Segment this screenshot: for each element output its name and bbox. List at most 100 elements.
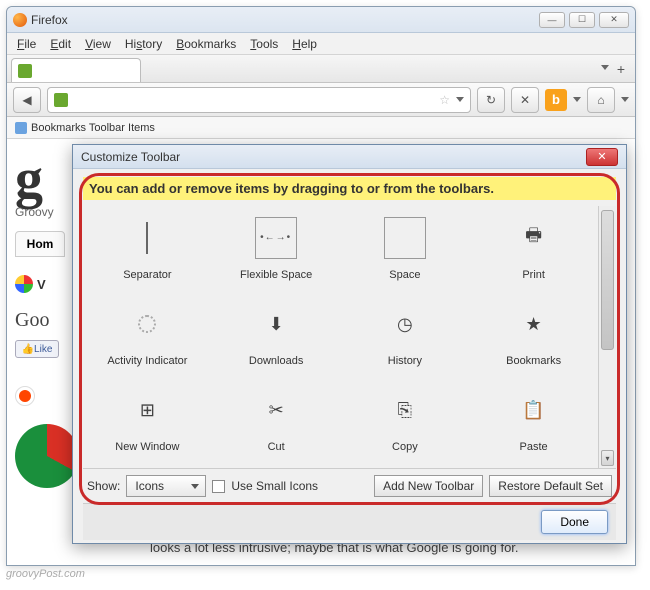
item-space[interactable]: Space bbox=[341, 206, 470, 292]
bookmarks-toolbar-label: Bookmarks Toolbar Items bbox=[31, 122, 155, 134]
restore-default-button[interactable]: Restore Default Set bbox=[489, 475, 612, 497]
item-downloads[interactable]: ⬇ Downloads bbox=[212, 292, 341, 378]
bookmark-star-icon[interactable]: ☆ bbox=[439, 93, 450, 107]
url-bar[interactable]: ☆ bbox=[47, 87, 471, 113]
bookmarks-icon: ★ bbox=[513, 303, 555, 345]
history-icon: ◷ bbox=[384, 303, 426, 345]
close-button[interactable]: ✕ bbox=[599, 12, 629, 28]
menu-help[interactable]: Help bbox=[286, 35, 323, 53]
new-window-icon: ⊞ bbox=[126, 389, 168, 431]
item-bookmarks[interactable]: ★ Bookmarks bbox=[469, 292, 598, 378]
firefox-icon bbox=[13, 13, 27, 27]
downloads-icon: ⬇ bbox=[255, 303, 297, 345]
win7-label: V bbox=[37, 277, 46, 292]
like-button[interactable]: 👍 Like bbox=[15, 340, 59, 358]
show-select[interactable]: Icons bbox=[126, 475, 206, 497]
item-cut[interactable]: ✂ Cut bbox=[212, 378, 341, 464]
back-button[interactable]: ◀ bbox=[13, 87, 41, 113]
item-label: Paste bbox=[520, 441, 548, 453]
customize-toolbar-dialog: Customize Toolbar ✕ You can add or remov… bbox=[72, 144, 627, 544]
dialog-instruction: You can add or remove items by dragging … bbox=[83, 177, 616, 200]
app-title-text: Firefox bbox=[31, 13, 68, 27]
menu-tools[interactable]: Tools bbox=[244, 35, 284, 53]
item-label: Activity Indicator bbox=[107, 355, 187, 367]
minimize-button[interactable]: — bbox=[539, 12, 565, 28]
dialog-title-text: Customize Toolbar bbox=[81, 150, 180, 164]
menu-bookmarks[interactable]: Bookmarks bbox=[170, 35, 242, 53]
urlbar-dropdown-icon[interactable] bbox=[456, 97, 464, 102]
item-paste[interactable]: 📋 Paste bbox=[469, 378, 598, 464]
search-dropdown-icon[interactable] bbox=[573, 97, 581, 102]
item-label: Cut bbox=[268, 441, 285, 453]
cut-icon: ✂ bbox=[255, 389, 297, 431]
menu-history[interactable]: History bbox=[119, 35, 168, 53]
dialog-options-row: Show: Icons Use Small Icons Add New Tool… bbox=[83, 468, 616, 503]
item-label: Separator bbox=[123, 269, 171, 281]
maximize-button[interactable]: ☐ bbox=[569, 12, 595, 28]
item-label: Print bbox=[522, 269, 545, 281]
site-icon bbox=[18, 64, 32, 78]
scrollbar-thumb[interactable] bbox=[601, 210, 614, 350]
small-icons-checkbox[interactable] bbox=[212, 480, 225, 493]
scrollbar[interactable]: ▾ bbox=[598, 206, 616, 468]
toolbar-item-grid: Separator Flexible Space Space 🖶 Print A… bbox=[83, 206, 598, 468]
dialog-titlebar[interactable]: Customize Toolbar ✕ bbox=[73, 145, 626, 169]
menu-edit[interactable]: Edit bbox=[44, 35, 77, 53]
done-button[interactable]: Done bbox=[541, 510, 608, 534]
separator-icon bbox=[126, 217, 168, 259]
dialog-body: You can add or remove items by dragging … bbox=[73, 169, 626, 543]
bookmarks-toolbar-icon bbox=[15, 122, 27, 134]
toolbar-overflow-icon[interactable] bbox=[621, 97, 629, 102]
item-new-window[interactable]: ⊞ New Window bbox=[83, 378, 212, 464]
item-label: New Window bbox=[115, 441, 179, 453]
item-label: Copy bbox=[392, 441, 418, 453]
tablist-dropdown-icon[interactable] bbox=[601, 65, 609, 70]
item-area: Separator Flexible Space Space 🖶 Print A… bbox=[83, 206, 616, 468]
show-select-value: Icons bbox=[135, 479, 164, 493]
item-label: Bookmarks bbox=[506, 355, 561, 367]
paste-icon: 📋 bbox=[513, 389, 555, 431]
home-button[interactable]: ⌂ bbox=[587, 87, 615, 113]
window-controls: — ☐ ✕ bbox=[539, 12, 629, 28]
search-engine-icon[interactable]: b bbox=[545, 89, 567, 111]
watermark: groovyPost.com bbox=[6, 568, 85, 580]
item-copy[interactable]: ⎘ Copy bbox=[341, 378, 470, 464]
tabstrip: + bbox=[7, 55, 635, 83]
dialog-close-button[interactable]: ✕ bbox=[586, 148, 618, 166]
nav-home-tab[interactable]: Hom bbox=[15, 231, 65, 257]
item-label: History bbox=[388, 355, 422, 367]
item-label: Downloads bbox=[249, 355, 303, 367]
space-icon bbox=[384, 217, 426, 259]
item-history[interactable]: ◷ History bbox=[341, 292, 470, 378]
flexible-space-icon bbox=[255, 217, 297, 259]
add-new-toolbar-button[interactable]: Add New Toolbar bbox=[374, 475, 483, 497]
copy-icon: ⎘ bbox=[384, 389, 426, 431]
item-activity-indicator[interactable]: Activity Indicator bbox=[83, 292, 212, 378]
menubar: File Edit View History Bookmarks Tools H… bbox=[7, 33, 635, 55]
bookmarks-toolbar: Bookmarks Toolbar Items bbox=[7, 117, 635, 139]
activity-indicator-icon bbox=[126, 303, 168, 345]
show-label: Show: bbox=[87, 479, 120, 493]
small-icons-label: Use Small Icons bbox=[231, 479, 318, 493]
titlebar[interactable]: Firefox — ☐ ✕ bbox=[7, 7, 635, 33]
stop-button[interactable]: ✕ bbox=[511, 87, 539, 113]
app-title: Firefox bbox=[13, 13, 68, 27]
item-separator[interactable]: Separator bbox=[83, 206, 212, 292]
new-tab-button[interactable]: + bbox=[617, 61, 625, 77]
item-flexible-space[interactable]: Flexible Space bbox=[212, 206, 341, 292]
menu-file[interactable]: File bbox=[11, 35, 42, 53]
print-icon: 🖶 bbox=[513, 217, 555, 259]
urlbar-site-icon bbox=[54, 93, 68, 107]
item-label: Flexible Space bbox=[240, 269, 312, 281]
item-label: Space bbox=[389, 269, 420, 281]
menu-view[interactable]: View bbox=[79, 35, 117, 53]
chrome-logo-icon bbox=[15, 424, 79, 488]
scrollbar-down-button[interactable]: ▾ bbox=[601, 450, 614, 466]
tab-active[interactable] bbox=[11, 58, 141, 82]
dialog-footer: Done bbox=[83, 503, 616, 540]
nav-toolbar: ◀ ☆ ↻ ✕ b ⌂ bbox=[7, 83, 635, 117]
reddit-icon[interactable] bbox=[15, 386, 35, 406]
windows7-icon bbox=[15, 275, 33, 293]
reload-button[interactable]: ↻ bbox=[477, 87, 505, 113]
item-print[interactable]: 🖶 Print bbox=[469, 206, 598, 292]
